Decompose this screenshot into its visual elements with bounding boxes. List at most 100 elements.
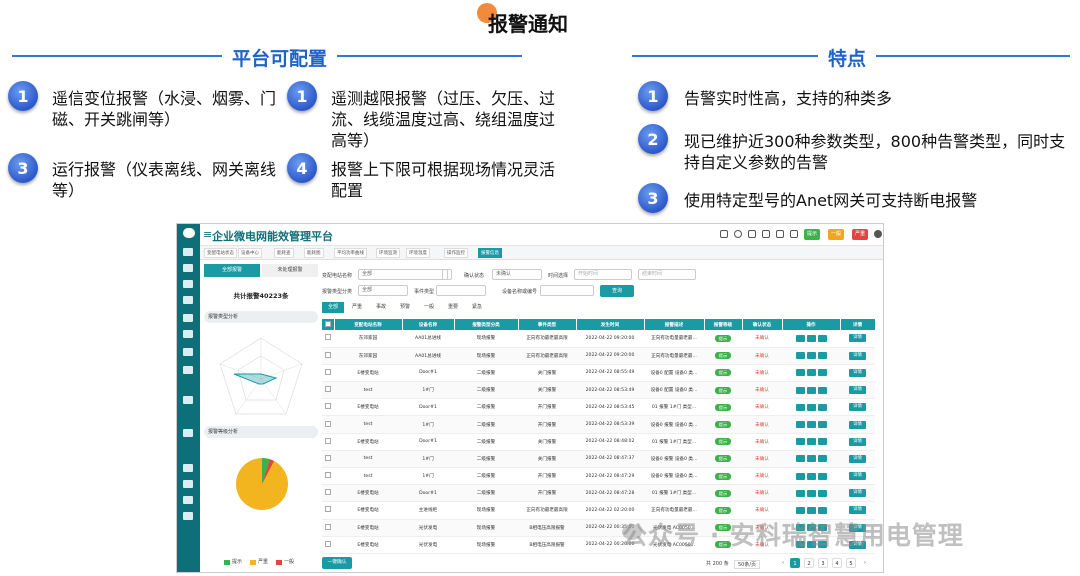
level-tab-all[interactable]: 全部 (322, 302, 344, 313)
video-icon[interactable] (817, 438, 827, 446)
detail-button[interactable]: 详情 (849, 386, 866, 395)
refresh-icon[interactable] (734, 230, 742, 238)
video-icon[interactable] (817, 352, 827, 360)
page-number[interactable]: 1 (790, 558, 800, 568)
level-tab[interactable]: 一般 (418, 302, 440, 313)
confirm-select[interactable]: 未确认 (492, 269, 542, 280)
nav-tab[interactable]: 环境监测 (376, 248, 400, 258)
level-tab[interactable]: 紧急 (466, 302, 488, 313)
row-actions[interactable] (782, 347, 840, 365)
event-select[interactable] (436, 285, 486, 296)
table-row[interactable]: E楼变电站 Door#1 二级报警 关门报警 2022-04-22 08:48:02 01… (322, 433, 875, 451)
row-checkbox[interactable] (322, 381, 334, 400)
confirm-icon[interactable] (795, 472, 805, 480)
row-checkbox[interactable] (322, 398, 334, 417)
menu-icon[interactable]: ≡ (203, 228, 212, 241)
page-size-select[interactable]: 50条/页 (734, 560, 761, 569)
search-icon[interactable] (720, 230, 728, 238)
row-actions[interactable] (782, 364, 840, 383)
sidebar-alarm-icon[interactable] (183, 480, 193, 488)
level-tab[interactable]: 预警 (394, 302, 416, 313)
device-input[interactable] (540, 285, 594, 296)
row-checkbox[interactable] (322, 501, 334, 520)
grid-icon[interactable] (776, 230, 784, 238)
table-row[interactable]: test 1#门 二级报警 关门报警 2022-04-22 08:53:49 设备0 配置… (322, 381, 875, 400)
sidebar-chart-icon[interactable] (183, 248, 193, 256)
row-checkbox[interactable] (322, 330, 334, 348)
detail-button[interactable]: 详情 (849, 334, 866, 343)
forward-icon[interactable] (806, 438, 816, 446)
row-checkbox[interactable] (322, 519, 334, 537)
page-number[interactable]: 5 (846, 558, 856, 568)
detail-button[interactable]: 详情 (849, 437, 866, 446)
sidebar-user-icon[interactable] (183, 280, 193, 288)
nav-tab[interactable]: 能耗查 (274, 248, 294, 258)
table-row[interactable]: test 1#门 二级报警 开门报警 2022-04-22 08:47:29 设备0 报警… (322, 467, 875, 486)
forward-icon[interactable] (806, 489, 816, 497)
confirm-icon[interactable] (795, 489, 805, 497)
table-row[interactable]: E楼变电站 Door#1 二级报警 开门报警 2022-04-22 08:47:28 01… (322, 484, 875, 503)
detail-button[interactable]: 详情 (849, 351, 866, 360)
sidebar-report-icon[interactable] (183, 512, 193, 520)
row-checkbox[interactable] (322, 484, 334, 503)
confirm-icon[interactable] (795, 438, 805, 446)
video-icon[interactable] (817, 403, 827, 411)
sidebar-edit-icon[interactable] (183, 366, 193, 374)
sidebar-tool-icon[interactable] (183, 296, 193, 304)
forward-icon[interactable] (806, 455, 816, 463)
table-row[interactable]: E楼变电站 Door#1 二级报警 关门报警 2022-04-22 08:55:49 设备… (322, 364, 875, 383)
table-row[interactable]: 东郊家园 AA01总进线 现场报警 正向有功最老最高限 2022-04-22 09:20… (322, 347, 875, 365)
row-checkbox[interactable] (322, 364, 334, 383)
confirm-icon[interactable] (795, 369, 805, 377)
confirm-icon[interactable] (795, 421, 805, 429)
sidebar-stats-icon[interactable] (183, 464, 193, 472)
tab-unhandled-alarms[interactable]: 未处理报警 (262, 264, 318, 277)
table-row[interactable]: E楼变电站 Door#1 二级报警 开门报警 2022-04-22 08:53:45 01… (322, 398, 875, 417)
row-actions[interactable] (782, 484, 840, 503)
video-icon[interactable] (817, 455, 827, 463)
row-checkbox[interactable] (322, 415, 334, 434)
badge-general[interactable]: 一般 (828, 229, 845, 240)
sidebar-grid-icon[interactable] (183, 330, 193, 338)
forward-icon[interactable] (806, 386, 816, 394)
detail-button[interactable]: 详情 (849, 454, 866, 463)
detail-button[interactable]: 详情 (849, 403, 866, 412)
badge-severe[interactable]: 严重 (852, 229, 869, 240)
page-number[interactable]: 4 (832, 558, 842, 568)
row-checkbox[interactable] (322, 467, 334, 486)
forward-icon[interactable] (806, 352, 816, 360)
row-actions[interactable] (782, 450, 840, 469)
detail-button[interactable]: 详情 (849, 506, 866, 515)
nav-tab-active[interactable]: 报警信息 (478, 248, 502, 258)
forward-icon[interactable] (806, 369, 816, 377)
batch-confirm-button[interactable]: 一键确认 (322, 557, 352, 569)
confirm-icon[interactable] (795, 455, 805, 463)
header-select-all[interactable] (322, 319, 335, 330)
table-row[interactable]: test 1#门 二级报警 开门报警 2022-04-22 08:53:39 设备0 报警… (322, 415, 875, 434)
sidebar-person-icon[interactable] (183, 496, 193, 504)
end-time-input[interactable]: 结束时间 (638, 269, 696, 280)
forward-icon[interactable] (806, 472, 816, 480)
row-checkbox[interactable] (322, 450, 334, 469)
save-icon[interactable] (748, 230, 756, 238)
row-actions[interactable] (782, 381, 840, 400)
fullscreen-icon[interactable] (762, 230, 770, 238)
shirt-icon[interactable] (790, 230, 798, 238)
video-icon[interactable] (817, 489, 827, 497)
level-tab[interactable]: 重要 (442, 302, 464, 313)
detail-button[interactable]: 详情 (849, 368, 866, 377)
page-number[interactable]: 2 (804, 558, 814, 568)
video-icon[interactable] (817, 421, 827, 429)
forward-icon[interactable] (806, 403, 816, 411)
row-checkbox[interactable] (322, 433, 334, 451)
forward-icon[interactable] (806, 506, 816, 514)
user-avatar-icon[interactable] (874, 230, 882, 238)
confirm-icon[interactable] (795, 352, 805, 360)
level-tab[interactable]: 严重 (346, 302, 368, 313)
confirm-icon[interactable] (795, 334, 805, 342)
video-icon[interactable] (817, 334, 827, 342)
next-page-icon[interactable]: › (860, 558, 870, 568)
video-icon[interactable] (817, 369, 827, 377)
video-icon[interactable] (817, 506, 827, 514)
row-actions[interactable] (782, 433, 840, 451)
